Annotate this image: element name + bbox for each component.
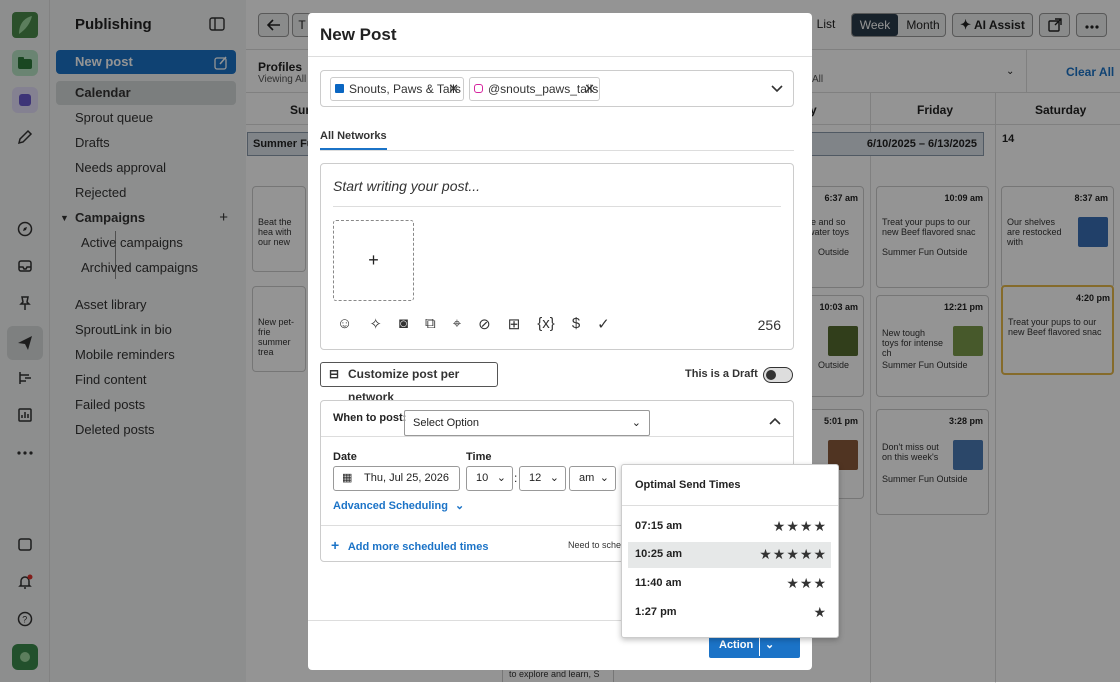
advanced-label: Advanced Scheduling — [333, 500, 448, 512]
chevron-down-icon: ⌄ — [454, 500, 465, 512]
copy-icon[interactable]: ⧉ — [425, 315, 436, 333]
minute-value: 12 — [529, 472, 542, 484]
when-label: When to post: — [333, 412, 407, 424]
advanced-scheduling-link[interactable]: Advanced Scheduling ⌄ — [333, 499, 464, 512]
plus-icon: + — [368, 250, 379, 270]
remove-icon[interactable]: ✕ — [584, 78, 595, 100]
plus-icon: + — [331, 537, 340, 553]
tasks-icon[interactable]: ✓ — [597, 315, 610, 333]
toggle-knob — [766, 370, 776, 380]
dollar-icon[interactable]: $ — [572, 315, 580, 333]
draft-toggle[interactable] — [763, 367, 793, 383]
remove-icon[interactable]: ✕ — [448, 78, 459, 100]
send-time-value: 10:25 am — [635, 548, 683, 560]
date-picker[interactable]: ▦ Thu, Jul 25, 2026 — [333, 466, 460, 491]
camera-icon[interactable]: ◙ — [399, 315, 408, 333]
ai-sparkle-icon[interactable]: ✧ — [369, 315, 382, 333]
location-icon[interactable]: ⌖ — [453, 315, 461, 333]
emoji-icon[interactable]: ☺ — [337, 315, 352, 333]
need-to-schedule-text: Need to sche — [568, 540, 622, 550]
chevron-down-icon: ⌄ — [496, 472, 506, 484]
chevron-down-icon: ⌄ — [631, 417, 641, 429]
send-time-value: 07:15 am — [635, 520, 683, 532]
profile-selector[interactable]: Snouts, Paws & Tails ✕ @snouts_paws_tail… — [320, 70, 794, 107]
rating-stars-icon: ★★★★★ — [759, 546, 827, 562]
modal-title: New Post — [308, 13, 812, 57]
draft-label: This is a Draft — [685, 368, 758, 380]
customize-icon: ⊟ — [329, 367, 340, 381]
rating-stars-icon: ★★★★ — [772, 518, 827, 534]
popup-divider — [622, 505, 838, 506]
send-time-value: 11:40 am — [635, 577, 682, 589]
composer: Start writing your post... + ☺ ✧ ◙ ⧉ ⌖ ⊘… — [320, 163, 794, 350]
hour-value: 10 — [476, 472, 489, 484]
calendar-icon: ▦ — [342, 472, 353, 484]
variables-icon[interactable]: {x} — [537, 315, 555, 333]
tab-divider — [320, 150, 794, 151]
send-time-option[interactable]: 11:40 am ★★★ — [628, 571, 831, 597]
panel-divider — [321, 436, 793, 437]
profile-name: Snouts, Paws & Tails — [349, 82, 461, 96]
action-label: Action — [719, 639, 754, 651]
add-scheduled-times-link[interactable]: + Add more scheduled times — [331, 537, 488, 553]
send-time-option[interactable]: 1:27 pm ★ — [628, 600, 831, 626]
rating-stars-icon: ★★★ — [786, 575, 827, 591]
tab-all-networks[interactable]: All Networks — [320, 130, 387, 150]
instagram-icon — [474, 84, 483, 93]
profile-chip-instagram[interactable]: @snouts_paws_tails ✕ — [469, 77, 600, 101]
date-label: Date — [333, 451, 357, 463]
linkedin-icon — [335, 84, 344, 93]
post-text-input[interactable]: Start writing your post... — [333, 178, 480, 194]
send-time-option[interactable]: 10:25 am ★★★★★ — [628, 542, 831, 568]
tag-off-icon[interactable]: ⊘ — [478, 315, 491, 333]
popup-title: Optimal Send Times — [635, 479, 741, 491]
composer-divider — [333, 206, 781, 207]
char-count: 256 — [757, 317, 781, 333]
select-value: Select Option — [413, 417, 480, 429]
time-label: Time — [466, 451, 492, 463]
optimal-send-times-popup: Optimal Send Times 07:15 am ★★★★ 10:25 a… — [621, 464, 839, 638]
chevron-down-icon[interactable] — [771, 81, 783, 96]
date-value: Thu, Jul 25, 2026 — [364, 472, 450, 484]
send-time-option[interactable]: 07:15 am ★★★★ — [628, 514, 831, 540]
send-time-value: 1:27 pm — [635, 606, 677, 618]
split-divider — [759, 635, 760, 656]
minute-select[interactable]: 12 ⌄ — [519, 466, 566, 491]
customize-per-network-button[interactable]: ⊟ Customize post per network — [320, 362, 498, 404]
profile-name: @snouts_paws_tails — [488, 82, 599, 96]
link-icon[interactable]: ⊞ — [508, 315, 521, 333]
ampm-select[interactable]: am ⌄ — [569, 466, 616, 491]
add-more-label: Add more scheduled times — [347, 541, 489, 553]
chevron-down-icon: ⌄ — [599, 472, 609, 484]
time-separator: : — [514, 471, 518, 485]
chevron-down-icon: ⌄ — [549, 472, 559, 484]
customize-label: Customize post per network — [348, 367, 460, 404]
composer-toolbar: ☺ ✧ ◙ ⧉ ⌖ ⊘ ⊞ {x} $ ✓ — [337, 315, 610, 333]
rating-stars-icon: ★ — [813, 604, 827, 620]
ampm-value: am — [579, 472, 595, 484]
media-upload-button[interactable]: + — [333, 220, 414, 301]
when-select[interactable]: Select Option ⌄ — [404, 410, 650, 436]
hour-select[interactable]: 10 ⌄ — [466, 466, 513, 491]
profile-chip-linkedin[interactable]: Snouts, Paws & Tails ✕ — [330, 77, 464, 101]
chevron-up-icon[interactable] — [769, 413, 781, 428]
